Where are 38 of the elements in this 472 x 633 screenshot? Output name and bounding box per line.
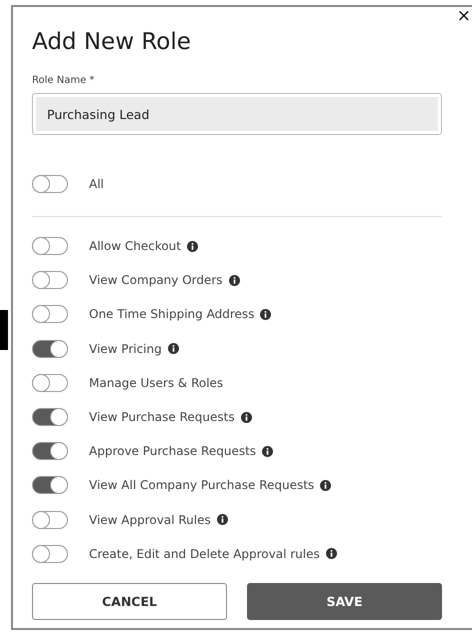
role-name-field[interactable]: Purchasing Lead — [32, 93, 442, 135]
info-icon[interactable] — [262, 446, 274, 457]
cancel-button[interactable]: CANCEL — [32, 582, 227, 620]
toggle-switch[interactable] — [32, 476, 68, 494]
dialog-title: Add New Role — [32, 29, 192, 55]
save-button[interactable]: SAVE — [247, 582, 442, 620]
field-label: Role Name * — [32, 75, 96, 86]
permission-label: Create, Edit and Delete Approval rules — [89, 546, 320, 561]
info-icon[interactable] — [320, 480, 332, 491]
info-icon[interactable] — [187, 240, 198, 252]
info-icon[interactable] — [260, 308, 272, 320]
info-icon[interactable] — [240, 412, 252, 423]
permission-label: Allow Checkout — [89, 239, 181, 254]
info-icon[interactable] — [168, 343, 179, 354]
permission-label: View Pricing — [89, 342, 162, 356]
permission-label: Manage Users & Roles — [89, 376, 224, 390]
close-button[interactable]: × — [456, 7, 471, 25]
permission-label: View Company Orders — [89, 273, 223, 288]
toggle-switch[interactable] — [32, 305, 68, 324]
toggle-switch[interactable] — [32, 510, 68, 529]
background-panel — [0, 310, 8, 350]
toggle-switch[interactable] — [32, 237, 68, 256]
permission-label: One Time Shipping Address — [89, 307, 254, 322]
info-icon[interactable] — [216, 514, 228, 526]
permission-label: View Approval Rules — [89, 512, 211, 527]
toggle-switch[interactable] — [32, 374, 68, 392]
toggle-switch[interactable] — [32, 442, 68, 460]
permission-label: View Purchase Requests — [89, 410, 235, 424]
info-icon[interactable] — [228, 274, 240, 286]
toggle-switch[interactable] — [32, 340, 68, 358]
permission-label: Approve Purchase Requests — [89, 444, 256, 458]
toggle-switch[interactable] — [32, 544, 68, 563]
info-icon[interactable] — [326, 548, 337, 560]
toggle-label: All — [89, 177, 104, 191]
toggle-switch[interactable] — [32, 175, 68, 193]
toggle-switch[interactable] — [32, 408, 68, 426]
permission-label: View All Company Purchase Requests — [89, 478, 314, 492]
toggle-switch[interactable] — [32, 271, 68, 290]
